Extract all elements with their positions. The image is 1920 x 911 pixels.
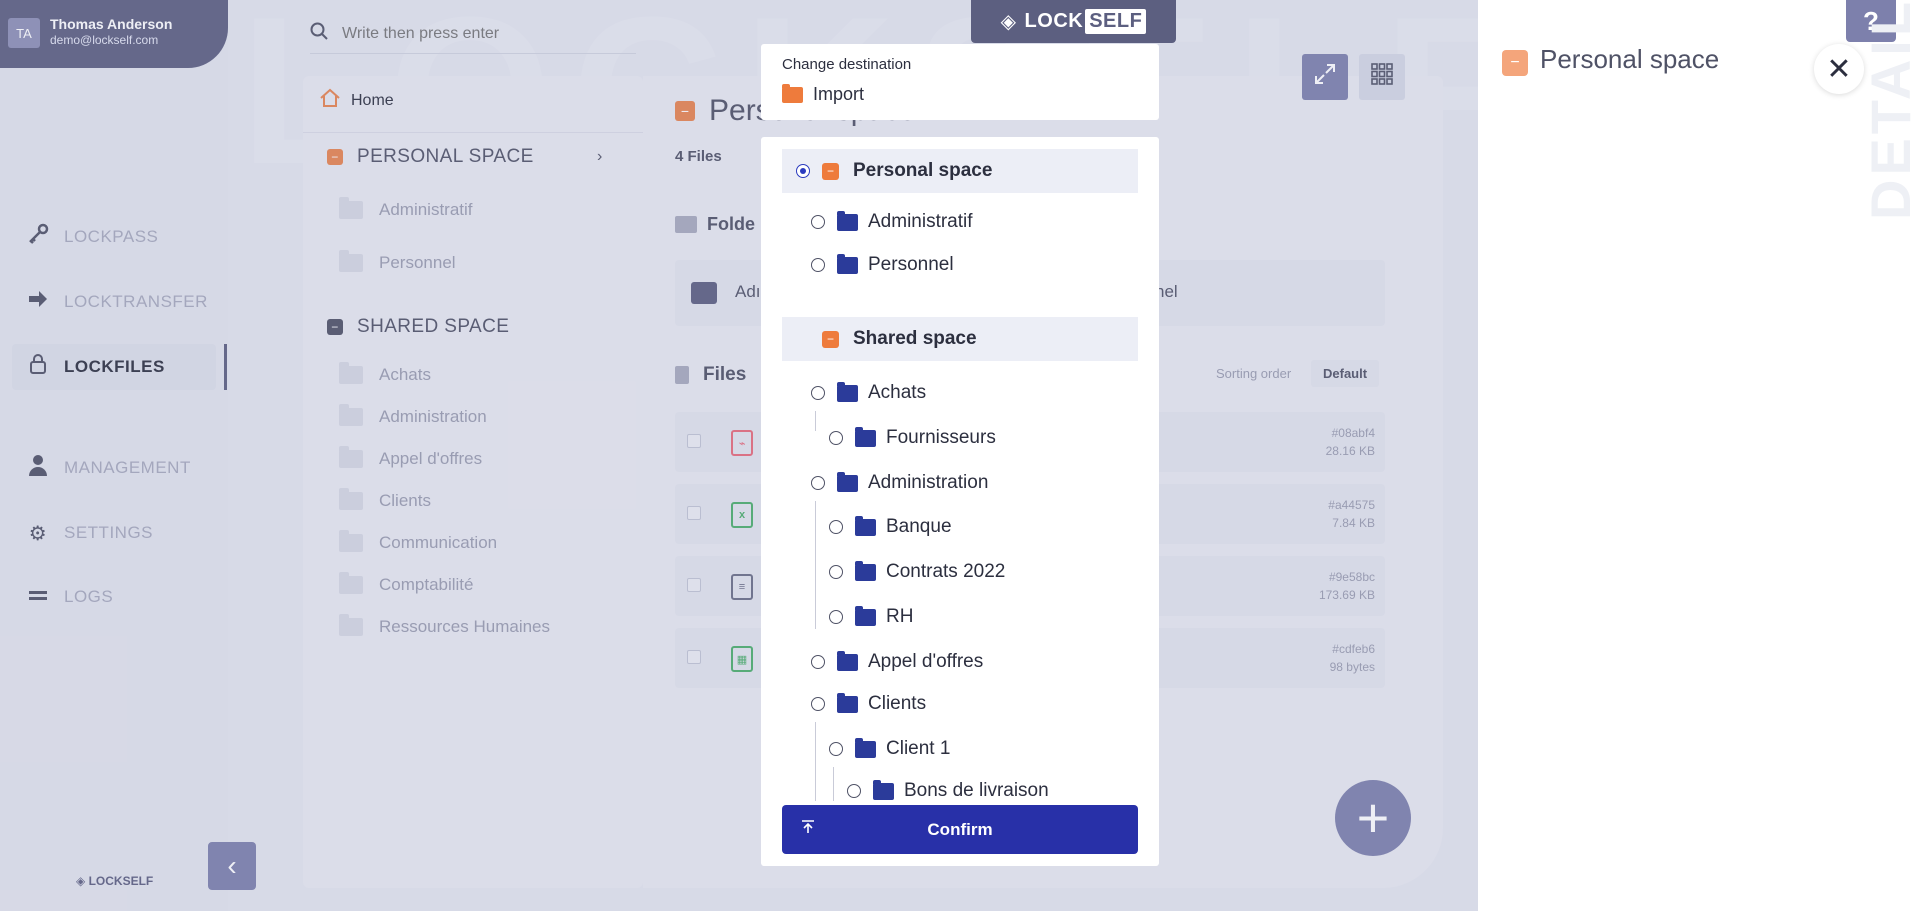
- folder-icon: [855, 560, 876, 581]
- upload-icon: [800, 819, 816, 840]
- radio-button[interactable]: [829, 565, 843, 579]
- folder-icon: [837, 650, 858, 671]
- destination-modal: − Personal space Administratif Personnel…: [761, 137, 1159, 866]
- radio-button[interactable]: [811, 215, 825, 229]
- radio-button[interactable]: [829, 431, 843, 445]
- shared-space-badge-icon: −: [822, 330, 839, 348]
- close-details-button[interactable]: ✕: [1814, 44, 1864, 94]
- radio-button[interactable]: [796, 164, 810, 178]
- close-icon: ✕: [1826, 52, 1852, 86]
- shield-icon: ◈: [1000, 11, 1017, 33]
- destination-option-clients[interactable]: Clients: [782, 682, 1138, 726]
- destination-option-administration[interactable]: Administration: [782, 461, 1138, 505]
- folder-icon: [837, 381, 858, 402]
- folder-icon: [855, 737, 876, 758]
- radio-button[interactable]: [829, 520, 843, 534]
- destination-option-administratif[interactable]: Administratif: [782, 200, 1138, 244]
- destination-option-client-1[interactable]: Client 1: [782, 727, 1138, 771]
- destination-option-personal-space[interactable]: − Personal space: [782, 149, 1138, 193]
- folder-icon: [855, 426, 876, 447]
- details-title: Personal space: [1540, 44, 1720, 74]
- destination-option-appel-doffres[interactable]: Appel d'offres: [782, 640, 1138, 684]
- destination-option-bons-de-livraison[interactable]: Bons de livraison: [782, 769, 1138, 801]
- folder-icon: [837, 471, 858, 492]
- radio-button[interactable]: [829, 610, 843, 624]
- details-vertical-label: DETAILS: [1859, 0, 1920, 220]
- folder-icon: [855, 515, 876, 536]
- folder-icon: [837, 210, 858, 231]
- destination-option-rh[interactable]: RH: [782, 595, 1138, 639]
- destination-value: Import: [782, 83, 864, 105]
- folder-icon: [873, 779, 894, 800]
- radio-button[interactable]: [811, 258, 825, 272]
- destination-tree[interactable]: − Personal space Administratif Personnel…: [782, 149, 1138, 801]
- destination-option-achats[interactable]: Achats: [782, 371, 1138, 415]
- app-logo: ◈ LOCK SELF: [971, 0, 1176, 43]
- personal-space-badge-icon: −: [822, 162, 839, 180]
- destination-option-contrats-2022[interactable]: Contrats 2022: [782, 550, 1138, 594]
- personal-space-badge-icon: −: [1502, 50, 1528, 76]
- folder-icon: [855, 605, 876, 626]
- radio-button[interactable]: [811, 476, 825, 490]
- radio-button[interactable]: [829, 742, 843, 756]
- radio-button[interactable]: [811, 386, 825, 400]
- destination-option-shared-space[interactable]: − Shared space: [782, 317, 1138, 361]
- folder-icon: [837, 253, 858, 274]
- radio-button[interactable]: [847, 784, 861, 798]
- modal-backdrop[interactable]: [0, 0, 1478, 911]
- destination-label: Change destination: [782, 56, 912, 73]
- details-panel: ? − Personal space ✕ DETAILS: [1478, 0, 1920, 911]
- destination-option-personnel[interactable]: Personnel: [782, 243, 1138, 287]
- folder-icon: [782, 83, 803, 103]
- radio-button[interactable]: [811, 697, 825, 711]
- confirm-button[interactable]: Confirm: [782, 805, 1138, 854]
- radio-button[interactable]: [811, 655, 825, 669]
- destination-header: Change destination Import: [761, 44, 1159, 120]
- destination-option-banque[interactable]: Banque: [782, 505, 1138, 549]
- folder-icon: [837, 692, 858, 713]
- destination-option-fournisseurs[interactable]: Fournisseurs: [782, 416, 1138, 460]
